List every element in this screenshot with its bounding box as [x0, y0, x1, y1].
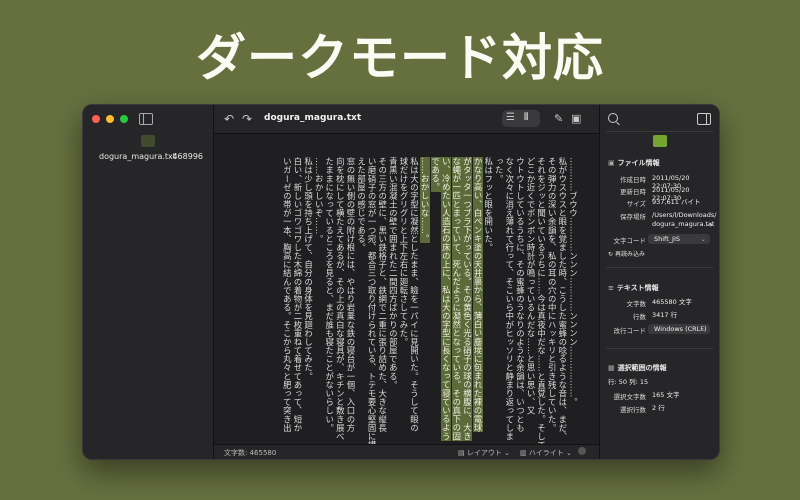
- size-label: サイズ: [626, 200, 646, 208]
- lines-label: 行数: [633, 313, 646, 321]
- chevron-down-icon: ⌄: [700, 235, 706, 243]
- reveal-in-finder-icon[interactable]: ➔: [707, 218, 713, 232]
- redo-arrow-icon[interactable]: ↷: [242, 112, 252, 126]
- text-column: 向を枕にして横たえてあるが、その上の真白な寝具が、キチンと敷き展べ: [335, 157, 346, 441]
- highlight-tool-icon[interactable]: ✎: [554, 112, 563, 126]
- text-column: どこか近くでボンボン時計が鳴っているんだな……と思い思い、又: [526, 157, 537, 415]
- created-label: 作成日時: [620, 176, 646, 184]
- minimize-button[interactable]: [106, 115, 114, 123]
- highlighted-text-column: である。: [430, 157, 441, 192]
- modified-label: 更新日時: [620, 188, 646, 196]
- document-icon: [141, 135, 155, 147]
- sidebar-file-count: 468996: [172, 152, 203, 161]
- reload-label: 再読み込み: [614, 251, 645, 258]
- encoding-select[interactable]: Shift_JIS ⌄: [648, 234, 710, 244]
- text-column: …………ブウウ…………ンンン…………ンンンン………………。: [568, 157, 579, 407]
- search-icon[interactable]: [608, 113, 618, 123]
- horizontal-text-icon[interactable]: ☰: [506, 111, 515, 125]
- text-column: 私がウスウスと眼を覚ました時、こうした蜜蜂の唸るような音は、まだ、: [557, 157, 568, 441]
- chars-label: 文字数: [626, 300, 647, 308]
- highlighted-text-column: ……おかしいな……。: [420, 157, 431, 244]
- location-value-line2: dogura_magura.txt: [652, 220, 715, 228]
- document-info-icon[interactable]: [653, 135, 667, 147]
- divider: [606, 131, 713, 132]
- divider: [606, 267, 713, 268]
- encoding-label: 文字コード: [613, 237, 647, 245]
- location-label: 保存場所: [620, 213, 646, 221]
- text-column: 窓の無い側の壁の附け根には、やはり岩乗な鉄の寝台が一個、入口の方: [345, 157, 356, 433]
- status-indicator-icon[interactable]: [578, 447, 586, 455]
- text-column: 私はフッと眼を開いた。: [483, 157, 494, 252]
- chevron-down-icon: ⌄: [700, 325, 706, 333]
- text-column: えた部屋の感じである。: [356, 157, 367, 252]
- chars-value: 465580 文字: [652, 298, 692, 306]
- selection-info-icon: ▦: [608, 364, 615, 372]
- selected-chars-value: 165 文字: [652, 391, 680, 399]
- text-column: なく次々に消え薄れて行って、そこいら中がヒッソリと静まり返ってしま: [504, 157, 515, 441]
- status-bar: 文字数: 465580 ▤ レイアウト ⌄ ▥ ハイライト ⌄: [214, 444, 599, 459]
- selection-info-title: ▦ 選択範囲の情報: [608, 364, 667, 372]
- zoom-button[interactable]: [120, 115, 128, 123]
- text-column: 青黒い混凝土の壁で囲まれた二間四方ばかりの部屋である。: [388, 157, 399, 390]
- vertical-text-icon[interactable]: ⫴: [524, 111, 528, 125]
- close-button[interactable]: [92, 115, 100, 123]
- headline: ダークモード対応: [196, 28, 604, 87]
- undo-arrow-icon[interactable]: ↶: [224, 112, 234, 126]
- inspector-toggle-icon[interactable]: [697, 113, 711, 125]
- status-char-count: 文字数: 465580: [224, 449, 277, 457]
- view-mode-toggle: ☰ ⫴: [502, 110, 540, 127]
- sidebar-toggle-icon[interactable]: [139, 113, 153, 125]
- newline-label: 改行コード: [613, 327, 647, 335]
- text-column: それをジッと聞いているうちに……今は真夜中だな……と直覚した。そして: [536, 157, 547, 445]
- inspector-panel: ▣ ファイル情報 作成日時 2011/05/20 22:07:30 更新日時 20…: [599, 105, 719, 459]
- file-info-icon: ▣: [608, 159, 615, 167]
- toolbar: ↶ ↷ dogura_magura.txt ☰ ⫴ ✎ ▣: [214, 105, 599, 134]
- insert-image-icon[interactable]: ▣: [571, 112, 581, 126]
- sidebar-file-name: dogura_magura.txt: [99, 152, 176, 161]
- text-editor[interactable]: …………ブウウ…………ンンン…………ンンンン………………。 私がウスウスと眼を覚…: [214, 134, 599, 445]
- layout-label: レイアウト: [466, 449, 502, 457]
- size-value: 937,611 バイト: [652, 198, 701, 206]
- divider: [606, 348, 713, 349]
- text-column: 私は少し頭を持ち上げて、自分の身体を見廻わしてみた。: [303, 157, 314, 381]
- highlighted-text-column: がタッタ一つブラ下がっている。その黄色く光る硝子の球の横腹に、大き: [462, 157, 473, 441]
- text-column: ……おかしいぞ……。: [314, 157, 325, 244]
- text-column: たままになっているところを見ると、まだ誰も寝たことがないらしい。: [324, 157, 335, 433]
- text-column: 私は大の字型に凝然としたまま、瞼を一パイに見開いた。そうして眼の: [409, 157, 420, 433]
- text-column: その弾力の深い余韻を、私の耳の穴の中にハッキリと引き残していた。: [547, 157, 558, 433]
- text-column: った。: [494, 157, 505, 183]
- text-info-icon: ≡: [608, 284, 614, 292]
- highlight-label: ハイライト: [528, 449, 564, 457]
- text-column: その三方の壁に、黒い鉄格子と、鉄網で二重に張り詰めた、大きな縦長: [377, 157, 388, 433]
- highlighted-text-column: かなり高い、白ペンキ塗の天井裏から、薄白い塵埃に包まれた裸の電球: [473, 157, 484, 433]
- highlighted-text-column: い、冷めたい人造石の床の上に、私は大の字型に長くなって寝ているよう: [441, 157, 452, 441]
- reload-button[interactable]: ↻ 再読み込み: [608, 249, 645, 258]
- app-window: dogura_magura.txt 468996 ↶ ↷ dogura_magu…: [82, 104, 720, 460]
- text-column: い磨硝子の窓が一つ宛、都合三つ取り付けられている、トテモ要心堅固に構: [367, 157, 378, 445]
- inspector-toolbar: [600, 111, 719, 129]
- text-column: ウトウトしているうちに、その蜜蜂のうなりのような余韻は、いつとも: [515, 157, 526, 433]
- document-title: dogura_magura.txt: [264, 113, 362, 123]
- highlight-menu-button[interactable]: ▥ ハイライト ⌄: [520, 448, 572, 458]
- selected-lines-label: 選択行数: [620, 406, 646, 414]
- text-column: いガーゼの帯が一本、胸高に結んである。そこから丸々と肥って突き出: [282, 157, 293, 433]
- selected-lines-value: 2 行: [652, 404, 665, 412]
- window-controls: [92, 115, 128, 123]
- text-column: 白い、新しいゴワゴワした木綿の着物が二枚重ねて着せてあって、短か: [292, 157, 303, 433]
- newline-value: Windows (CRLF): [654, 325, 707, 333]
- vertical-text-body: …………ブウウ…………ンンン…………ンンンン………………。 私がウスウスと眼を覚…: [271, 140, 589, 445]
- encoding-value: Shift_JIS: [654, 235, 680, 243]
- newline-select[interactable]: Windows (CRLF) ⌄: [648, 324, 710, 334]
- sidebar-file-item[interactable]: dogura_magura.txt 468996: [91, 135, 205, 175]
- selected-chars-label: 選択文字数: [613, 393, 647, 401]
- cursor-position: 行: 50 列: 15: [608, 378, 649, 386]
- text-info-title: ≡ テキスト情報: [608, 284, 659, 292]
- text-column: 球だけをグリグリと上下左右に廻転さしてみた。: [398, 157, 409, 347]
- sidebar: dogura_magura.txt 468996: [83, 105, 214, 459]
- lines-value: 3417 行: [652, 311, 678, 319]
- layout-menu-button[interactable]: ▤ レイアウト ⌄: [458, 448, 510, 458]
- highlighted-text-column: な蠅が一匹とまっていて、死んだように凝然となっている。その真下の固: [451, 157, 462, 441]
- file-info-title: ▣ ファイル情報: [608, 159, 660, 167]
